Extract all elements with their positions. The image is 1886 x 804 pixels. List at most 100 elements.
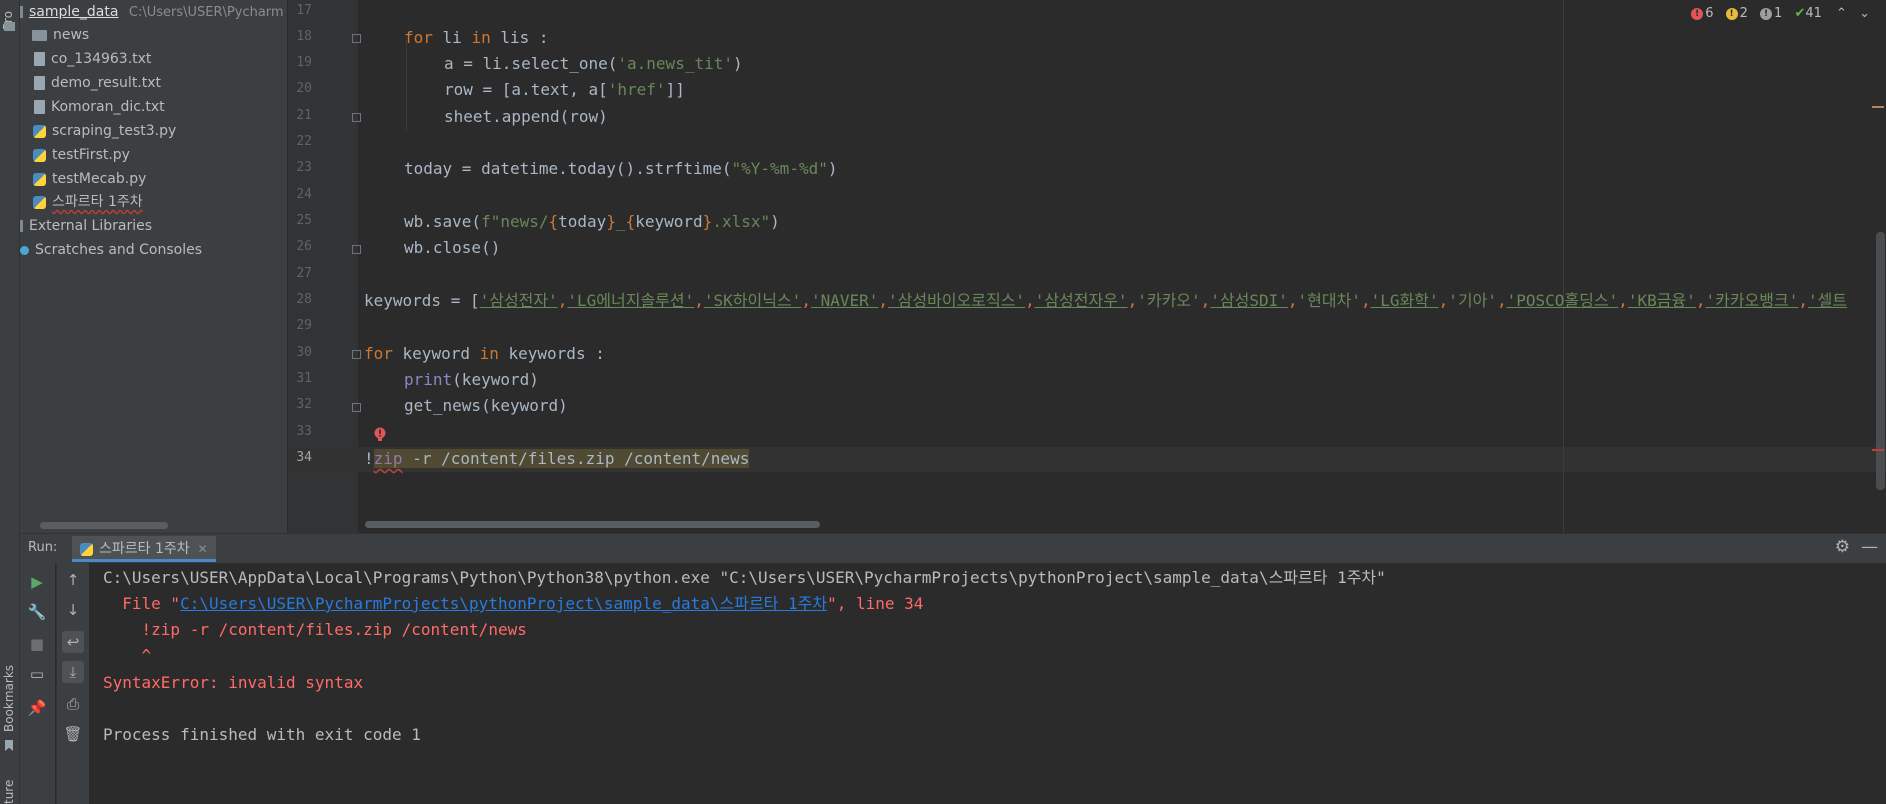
tree-item-external-libraries[interactable]: External Libraries (20, 215, 152, 237)
bookmarks-tool-tab[interactable]: Bookmarks (2, 665, 16, 732)
run-tab[interactable]: 스파르타 1주차 ✕ (72, 536, 216, 562)
fold-marker[interactable] (352, 245, 361, 254)
weak-warning-count: 1 (1774, 6, 1783, 21)
stop-icon[interactable]: ■ (26, 633, 48, 655)
rerun-icon[interactable]: ▶ (26, 571, 48, 593)
project-root[interactable]: sample_data C:\Users\USER\Pycharm (20, 1, 284, 23)
warning-count: 2 (1739, 6, 1748, 21)
run-tab-label: 스파르타 1주차 (99, 541, 190, 557)
console-file-line: File "C:\Users\USER\PycharmProjects\pyth… (103, 594, 924, 613)
soft-wrap-icon[interactable]: ↩ (62, 631, 84, 653)
left-tool-strip: Pro Bookmarks ture (0, 0, 20, 804)
scroll-to-end-icon[interactable]: ⤓ (62, 661, 84, 683)
line-number: 28 (296, 292, 312, 307)
console-source-line: !zip -r /content/files.zip /content/news (103, 620, 527, 639)
tree-item-file[interactable]: demo_result.txt (34, 72, 161, 94)
editor-vertical-scrollbar[interactable] (1876, 232, 1885, 490)
console-command-line: C:\Users\USER\AppData\Local\Programs\Pyt… (103, 568, 1386, 587)
code-line-19: a = li.select_one('a.news_tit') (444, 54, 743, 73)
tree-item-label: 스파르타 1주차 (52, 194, 143, 210)
fold-marker[interactable] (352, 113, 361, 122)
tree-item-file[interactable]: co_134963.txt (34, 48, 151, 70)
line-number: 21 (296, 108, 312, 123)
library-icon (20, 220, 23, 232)
error-stripe-marker[interactable] (1872, 449, 1884, 451)
line-number: 29 (296, 318, 312, 333)
run-toolbar-secondary: ↑ ↓ ↩ ⤓ ⎙ 🗑 (56, 563, 89, 804)
typo-count: 41 (1805, 6, 1822, 21)
tree-item-file[interactable]: testMecab.py (33, 168, 146, 190)
fold-marker[interactable] (352, 350, 361, 359)
arrow-down-icon[interactable]: ↓ (62, 599, 84, 621)
code-line-34: !zip -r /content/files.zip /content/news (364, 449, 750, 468)
tree-item-file[interactable]: testFirst.py (33, 144, 130, 166)
warning-stripe-marker[interactable] (1872, 106, 1884, 108)
scratches-icon (20, 245, 29, 255)
error-bulb-icon[interactable] (373, 427, 387, 443)
code-line-28: keywords = ['삼성전자','LG에너지솔루션','SK하이닉스','… (364, 291, 1848, 310)
tree-item-news[interactable]: news (32, 24, 89, 46)
project-root-name: sample_data (29, 4, 119, 20)
wrench-icon[interactable]: 🔧 (26, 601, 48, 623)
code-line-30: for keyword in keywords : (364, 344, 605, 363)
editor-horizontal-scrollbar[interactable] (365, 521, 820, 528)
project-panel: sample_data C:\Users\USER\Pycharm news c… (20, 0, 287, 533)
tree-item-label: External Libraries (29, 218, 152, 234)
run-toolbar-primary: ▶ 🔧 ■ ▭ 📌 (20, 563, 55, 804)
code-line-20: row = [a.text, a['href']] (444, 80, 685, 99)
trash-icon[interactable]: 🗑 (62, 723, 84, 745)
gear-icon[interactable]: ⚙ (1835, 537, 1850, 557)
python-file-icon (33, 195, 46, 209)
warning-icon: ! (1725, 7, 1738, 20)
inspection-widget[interactable]: ! 6 ! 2 ! 1 ✔41 ⌃ ⌄ (1691, 5, 1870, 23)
line-number-current: 34 (296, 450, 312, 465)
line-number: 18 (296, 29, 312, 44)
tree-item-label: scraping_test3.py (52, 123, 177, 139)
minimize-icon[interactable]: — (1861, 537, 1878, 557)
run-panel-header (20, 533, 1886, 564)
tree-item-file[interactable]: Komoran_dic.txt (34, 96, 165, 118)
tree-item-label: demo_result.txt (51, 75, 162, 91)
line-number: 26 (296, 239, 312, 254)
line-number: 27 (296, 266, 312, 281)
tree-item-file[interactable]: scraping_test3.py (33, 120, 176, 142)
line-number: 33 (296, 424, 312, 439)
fold-marker[interactable] (352, 403, 361, 412)
chevron-up-icon[interactable]: ⌃ (1836, 6, 1847, 21)
code-line-21: sheet.append(row) (444, 107, 608, 126)
typo-check-icon: ✔ (1794, 6, 1806, 21)
tree-item-file[interactable]: 스파르타 1주차 (33, 191, 143, 213)
code-line-23: today = datetime.today().strftime("%Y-%m… (404, 159, 838, 178)
line-number: 17 (296, 3, 312, 18)
arrow-up-icon[interactable]: ↑ (62, 569, 84, 591)
code-line-25: wb.save(f"news/{today}_{keyword}.xlsx") (404, 212, 780, 231)
layout-icon[interactable]: ▭ (26, 663, 48, 685)
close-tab-icon[interactable]: ✕ (198, 542, 208, 556)
project-horizontal-scrollbar[interactable] (40, 522, 168, 529)
tree-item-label: co_134963.txt (51, 51, 152, 67)
line-number: 19 (296, 55, 312, 70)
code-line-26: wb.close() (404, 238, 501, 257)
print-icon[interactable]: ⎙ (62, 693, 84, 715)
pin-icon[interactable]: 📌 (26, 697, 48, 719)
tree-item-label: Komoran_dic.txt (51, 99, 165, 115)
python-file-icon (80, 542, 93, 556)
fold-marker[interactable] (352, 34, 361, 43)
python-file-icon (33, 148, 46, 162)
tree-item-scratches[interactable]: Scratches and Consoles (20, 239, 202, 261)
line-number: 31 (296, 371, 312, 386)
chevron-down-icon[interactable]: ⌄ (1859, 6, 1870, 21)
line-number: 30 (296, 345, 312, 360)
bookmark-icon[interactable] (5, 740, 13, 751)
run-panel-label: Run: (28, 540, 58, 555)
right-margin-guide (1563, 0, 1564, 533)
module-icon (20, 6, 23, 18)
python-file-icon (33, 124, 46, 138)
structure-tool-tab[interactable]: ture (2, 780, 16, 804)
console-file-link[interactable]: C:\Users\USER\PycharmProjects\pythonProj… (180, 594, 827, 613)
folder-icon (32, 29, 47, 41)
line-number: 20 (296, 81, 312, 96)
text-file-icon (34, 100, 45, 114)
folder-icon[interactable] (4, 22, 15, 31)
code-line-18: for li in lis : (404, 28, 549, 47)
